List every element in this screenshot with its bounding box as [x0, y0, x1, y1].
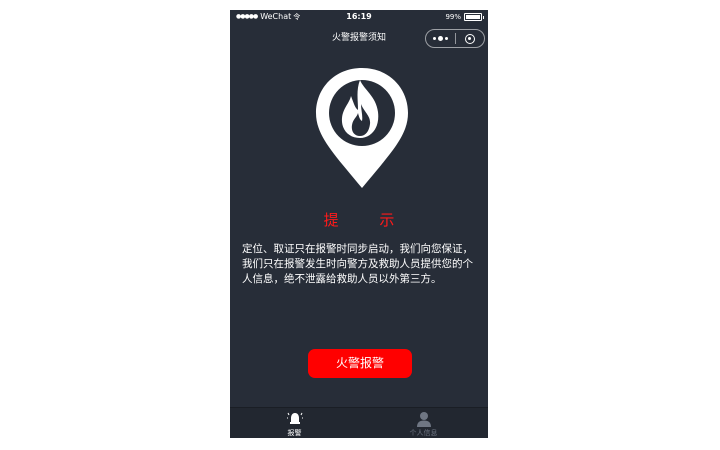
- tab-label: 个人信息: [409, 429, 438, 437]
- more-dot-icon: [437, 36, 443, 41]
- battery-percent: 99%: [445, 13, 461, 21]
- tab-bar: 报警 个人信息: [230, 407, 488, 438]
- status-right: 99%: [445, 10, 484, 24]
- battery-tip: [483, 15, 484, 19]
- more-dot-icon: [444, 37, 448, 40]
- more-dot-icon: [432, 37, 436, 40]
- phone-screen: ●●●●● WeChat 令 16:19 99% 火警报警须知 提 示 定位、取…: [230, 10, 488, 438]
- miniprogram-capsule: [425, 29, 485, 48]
- tab-personal-info[interactable]: 个人信息: [359, 408, 488, 438]
- close-target-icon: [464, 33, 475, 44]
- battery-icon: [464, 13, 482, 21]
- tab-alarm[interactable]: 报警: [230, 408, 359, 438]
- prompt-title: 提 示: [323, 211, 413, 229]
- privacy-notice: 定位、取证只在报警时同步启动，我们向您保证，我们只在报警发生时向警方及救助人员提…: [242, 243, 473, 285]
- status-bar: ●●●●● WeChat 令 16:19 99%: [230, 10, 488, 24]
- fire-alarm-button[interactable]: 火警报警: [308, 349, 412, 378]
- tab-label: 报警: [287, 429, 302, 437]
- close-miniprogram-button[interactable]: [456, 30, 485, 47]
- more-button[interactable]: [426, 30, 455, 47]
- nav-bar: 火警报警须知: [230, 24, 488, 52]
- person-icon: [416, 412, 431, 427]
- fire-location-pin-icon: [316, 68, 408, 188]
- alarm-bell-icon: [286, 412, 303, 424]
